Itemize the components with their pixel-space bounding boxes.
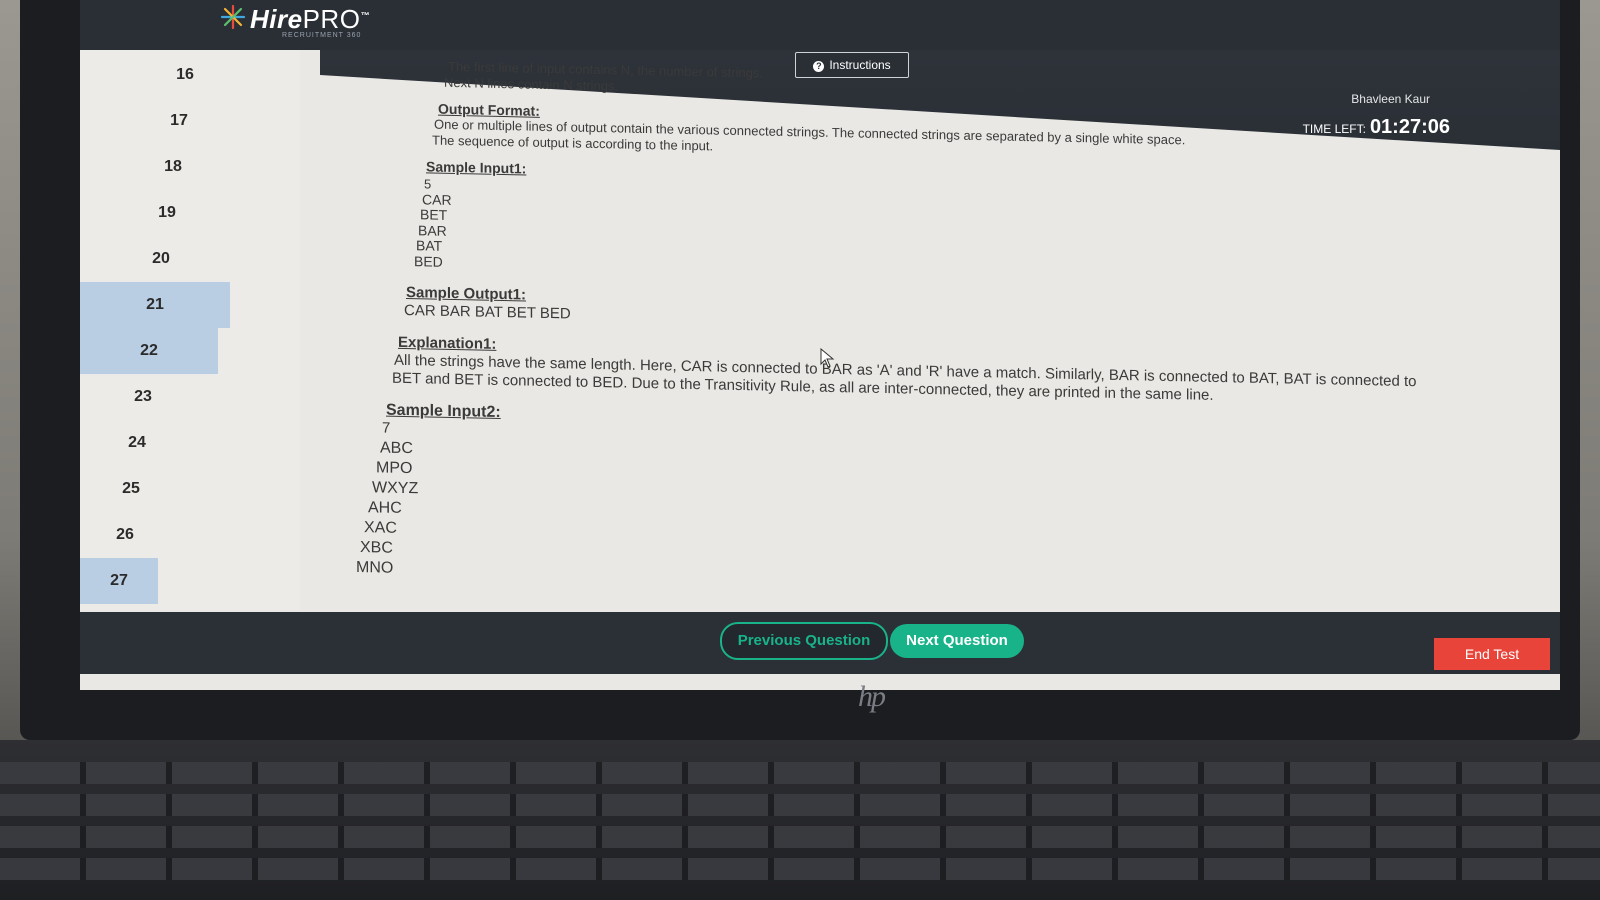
- question-navigator: 16 17 18 19 20 21 22 23 24 25 26 27: [80, 50, 300, 610]
- keyboard-row: [0, 858, 1600, 880]
- sample-input1-line: BED: [414, 253, 443, 270]
- previous-question-button[interactable]: Previous Question: [720, 622, 888, 660]
- sample-input1-line: 5: [424, 176, 432, 192]
- hirepro-logo-icon: [220, 4, 246, 30]
- input-format-line-2: Next N lines contain N strings.: [444, 74, 619, 94]
- question-nav-item[interactable]: 25: [80, 466, 182, 512]
- sample-input2-line: AHC: [368, 499, 402, 517]
- laptop-bezel: HirePRO™ RECRUITMENT 360 ? Instructions B…: [20, 0, 1580, 740]
- hirepro-logo-subtitle: RECRUITMENT 360: [282, 32, 362, 39]
- question-nav-item[interactable]: 22: [80, 328, 218, 374]
- question-nav-item[interactable]: 19: [80, 190, 254, 236]
- question-nav-item[interactable]: 26: [80, 512, 170, 558]
- hirepro-logo: HirePRO™: [250, 4, 370, 34]
- question-nav-item[interactable]: 24: [80, 420, 194, 466]
- question-nav-item[interactable]: 21: [80, 282, 230, 328]
- question-nav-item[interactable]: 17: [80, 98, 278, 144]
- hp-logo: hp: [858, 680, 886, 713]
- sample-input2-line: WXYZ: [372, 479, 419, 498]
- sample-input2-heading: Sample Input2:: [386, 401, 501, 421]
- keyboard-row: [0, 826, 1600, 848]
- next-question-button[interactable]: Next Question: [890, 624, 1024, 658]
- top-header-bar: HirePRO™ RECRUITMENT 360: [80, 0, 1560, 50]
- mouse-cursor-icon: [820, 348, 835, 368]
- question-content: The first line of input contains N, the …: [310, 59, 1540, 636]
- sample-input2-line: XBC: [360, 539, 393, 557]
- question-nav-item[interactable]: 18: [80, 144, 266, 190]
- photo-scene: HirePRO™ RECRUITMENT 360 ? Instructions B…: [0, 0, 1600, 900]
- keyboard-row: [0, 794, 1600, 816]
- sample-input1-line: BAT: [416, 237, 443, 254]
- sample-input2-line: XAC: [364, 519, 397, 537]
- sample-input2-line: MNO: [356, 558, 394, 577]
- sample-input2-line: 7: [382, 419, 391, 437]
- sample-input2-line: MPO: [376, 459, 413, 478]
- question-nav-item[interactable]: 16: [80, 52, 290, 98]
- question-nav-item[interactable]: 20: [80, 236, 242, 282]
- end-test-button[interactable]: End Test: [1434, 638, 1550, 670]
- question-nav-item[interactable]: 23: [80, 374, 206, 420]
- sample-input1-line: BET: [420, 206, 448, 223]
- question-nav-item[interactable]: 27: [80, 558, 158, 604]
- sample-output1-heading: Sample Output1:: [406, 284, 527, 304]
- sample-input1-heading: Sample Input1:: [426, 158, 527, 177]
- laptop-screen: HirePRO™ RECRUITMENT 360 ? Instructions B…: [80, 0, 1560, 690]
- laptop-keyboard: [0, 740, 1600, 900]
- keyboard-row: [0, 762, 1600, 784]
- explanation1-heading: Explanation1:: [398, 333, 497, 353]
- sample-input2-line: ABC: [380, 439, 413, 458]
- sample-output1-text: CAR BAR BAT BET BED: [404, 301, 571, 323]
